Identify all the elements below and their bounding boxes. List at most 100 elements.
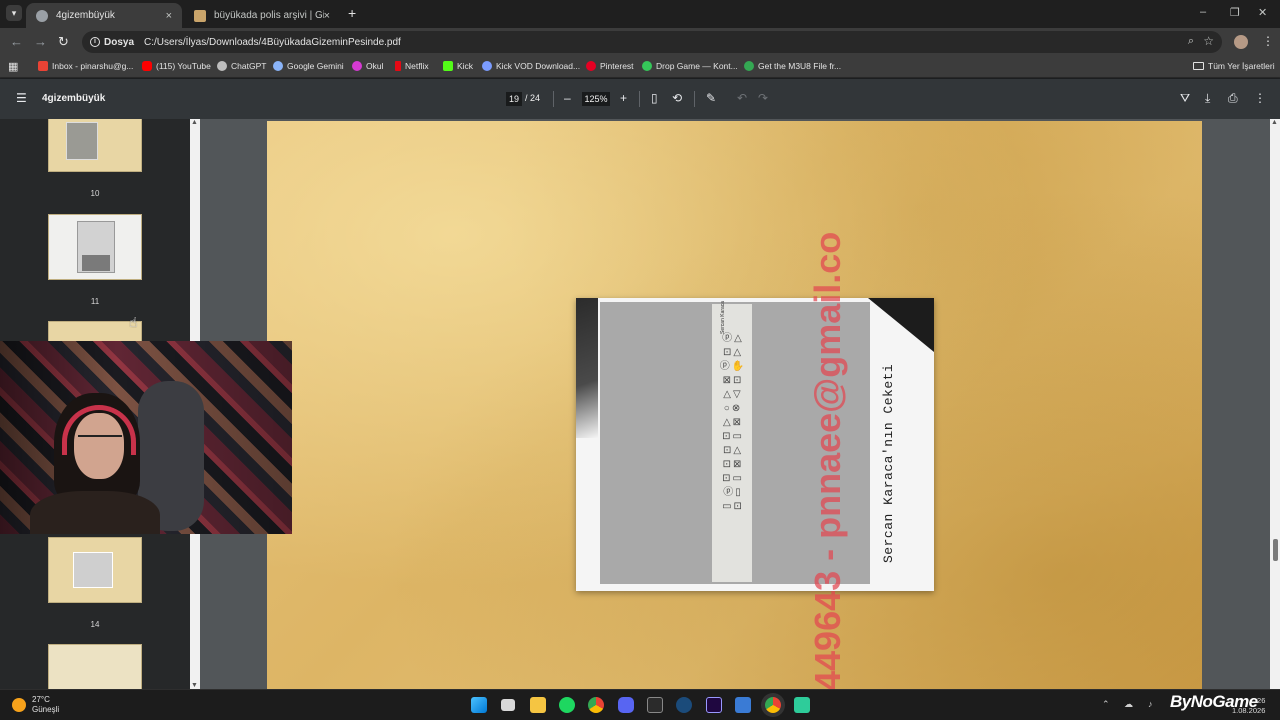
- okul-icon: [352, 61, 362, 71]
- photo-caption: Sercan Karaca'nın Ceketi: [881, 363, 896, 563]
- bookmark-drop-game[interactable]: Drop Game — Kont...: [642, 61, 738, 71]
- rotate-icon[interactable]: ⟲: [672, 91, 682, 105]
- streamer-body: [30, 491, 160, 534]
- zoom-out-button[interactable]: –: [564, 91, 571, 105]
- after-effects-icon[interactable]: [706, 697, 722, 713]
- tab-strip: ▾ 4gizembüyük × büyükada polis arşivi | …: [0, 0, 1280, 28]
- bookmark-chatgpt[interactable]: ChatGPT: [217, 61, 266, 71]
- bookmark-kick[interactable]: Kick: [443, 61, 473, 71]
- back-arrow-icon[interactable]: ←: [10, 34, 23, 49]
- tab-label: büyükada polis arşivi | Gizemin: [214, 10, 324, 21]
- tray-chevron-icon[interactable]: ⌃: [1102, 699, 1110, 710]
- redo-icon[interactable]: ↷: [758, 91, 768, 105]
- site-info-chip[interactable]: i Dosya: [90, 37, 134, 48]
- bookmarks-bar: ▦ Inbox - pinarshu@g... (115) YouTube Ch…: [0, 56, 1280, 78]
- tab-search-icon[interactable]: ▾: [6, 5, 22, 21]
- thumbnail-page-11[interactable]: [48, 214, 142, 280]
- bookmark-label: Kick: [457, 61, 474, 71]
- tab-active[interactable]: 4gizembüyük ×: [26, 3, 182, 28]
- bookmark-label: Google Gemini: [287, 61, 344, 71]
- url-text[interactable]: C:/Users/İlyas/Downloads/4BüyükadaGizemi…: [144, 37, 401, 48]
- fit-to-page-icon[interactable]: ▯: [651, 91, 658, 105]
- pdf-page: Sercan Karaca ⓟ△ ⊡△ ⓟ✋ ⊠⊡ △▽ ○⊗ △⊠ ⊡▭ ⊡△ ⊡⊠ ⊡▭ ⓟ▯ ▭⊡…: [267, 121, 1202, 689]
- youtube-icon: [142, 61, 152, 71]
- bookmark-netflix[interactable]: Netflix: [395, 61, 429, 71]
- annotate-pen-icon[interactable]: ✎: [706, 91, 716, 105]
- volume-icon[interactable]: ♪: [1148, 699, 1153, 709]
- document-scrollbar[interactable]: ▲: [1270, 119, 1280, 689]
- thumbnail-page-14[interactable]: [48, 537, 142, 603]
- document-viewport[interactable]: Sercan Karaca ⓟ△ ⊡△ ⓟ✋ ⊠⊡ △▽ ○⊗ △⊠ ⊡▭ ⊡△ ⊡⊠ ⊡▭ ⓟ▯ ▭⊡…: [200, 119, 1280, 689]
- minimize-button[interactable]: –: [1200, 6, 1206, 18]
- spotify-icon[interactable]: [559, 697, 575, 713]
- zoom-indicator-icon[interactable]: ⌕: [1188, 35, 1194, 48]
- scrollbar-thumb[interactable]: [1273, 539, 1278, 561]
- bookmark-m3u8[interactable]: Get the M3U8 File fr...: [744, 61, 841, 71]
- restore-button[interactable]: ❐: [1230, 6, 1240, 19]
- info-icon: i: [90, 37, 100, 47]
- zoom-in-button[interactable]: +: [620, 91, 627, 105]
- bookmark-label: Tüm Yer İşaretleri: [1208, 61, 1275, 71]
- windows-taskbar: 27°C Güneşli ⌃ ☁ ♪ ByNoGame ...26 1.08.2…: [0, 689, 1280, 720]
- more-options-icon[interactable]: ⋮: [1254, 91, 1266, 105]
- pinterest-icon: [586, 61, 596, 71]
- menu-kebab-icon[interactable]: ⋮: [1262, 34, 1274, 48]
- scroll-down-arrow-icon[interactable]: ▼: [191, 682, 198, 689]
- undo-icon[interactable]: ↶: [737, 91, 747, 105]
- tab-close-icon[interactable]: ×: [324, 10, 330, 22]
- reload-icon[interactable]: ↻: [58, 34, 69, 50]
- bookmark-label: ChatGPT: [231, 61, 267, 71]
- tab-close-icon[interactable]: ×: [166, 10, 172, 22]
- photo-shadow: [576, 298, 598, 438]
- terminal-icon[interactable]: [794, 697, 810, 713]
- apps-grid-icon[interactable]: ▦: [8, 60, 18, 73]
- task-view-icon[interactable]: [501, 699, 515, 711]
- close-window-button[interactable]: ✕: [1258, 6, 1267, 19]
- bookmark-pinterest[interactable]: Pinterest: [586, 61, 634, 71]
- steam-icon[interactable]: [676, 697, 692, 713]
- tab-inactive[interactable]: büyükada polis arşivi | Gizemin ×: [184, 3, 340, 28]
- netflix-icon: [395, 61, 401, 71]
- address-bar[interactable]: i Dosya C:/Users/İlyas/Downloads/4Büyüka…: [82, 31, 1222, 53]
- chrome-active-icon[interactable]: [765, 697, 781, 713]
- scroll-up-arrow-icon[interactable]: ▲: [1271, 119, 1278, 126]
- page-number-input[interactable]: 19: [506, 92, 522, 106]
- weather-widget[interactable]: 27°C Güneşli: [12, 695, 59, 715]
- all-bookmarks-folder[interactable]: Tüm Yer İşaretleri: [1193, 61, 1275, 71]
- bookmark-gemini[interactable]: Google Gemini: [273, 61, 344, 71]
- forward-arrow-icon[interactable]: →: [34, 34, 47, 49]
- discord-icon[interactable]: [618, 697, 634, 713]
- thumbnail-page-15[interactable]: [48, 644, 142, 689]
- print-icon[interactable]: ⎙: [1228, 91, 1238, 106]
- tab-label: 4gizembüyük: [56, 10, 115, 21]
- sun-icon: [12, 698, 26, 712]
- sidebar-menu-icon[interactable]: ☰: [16, 91, 27, 105]
- bookmark-youtube[interactable]: (115) YouTube: [142, 61, 211, 71]
- photo-corner-tape: [868, 298, 934, 352]
- pdf-favicon-icon: [36, 9, 48, 22]
- chrome-icon[interactable]: [588, 697, 604, 713]
- document-title: 4gizembüyük: [42, 93, 106, 104]
- thumbnail-page-10[interactable]: [48, 119, 142, 172]
- zoom-input[interactable]: 125%: [582, 92, 610, 106]
- bookmark-okul[interactable]: Okul: [352, 61, 383, 71]
- epic-games-icon[interactable]: [647, 697, 663, 713]
- file-explorer-icon[interactable]: [530, 697, 546, 713]
- bookmark-kick-vod[interactable]: Kick VOD Download...: [482, 61, 580, 71]
- gemini-icon: [273, 61, 283, 71]
- network-icon[interactable]: ☁: [1124, 699, 1133, 710]
- start-windows-icon[interactable]: [471, 697, 487, 713]
- download-icon: [482, 61, 492, 71]
- site-info-label: Dosya: [104, 36, 135, 48]
- app-window-icon[interactable]: [735, 697, 751, 713]
- bookmark-star-icon[interactable]: ☆: [1203, 34, 1214, 48]
- profile-avatar[interactable]: [1234, 35, 1248, 49]
- bookmark-label: Get the M3U8 File fr...: [758, 61, 842, 71]
- thumbnail-image: [66, 122, 98, 160]
- download-icon[interactable]: ⤓: [1205, 91, 1210, 106]
- bookmark-inbox[interactable]: Inbox - pinarshu@g...: [38, 61, 133, 71]
- system-clock[interactable]: ...26 1.08.2026: [1232, 696, 1265, 716]
- drive-save-icon[interactable]: ⛛: [1180, 91, 1190, 106]
- new-tab-button[interactable]: +: [348, 5, 356, 21]
- scroll-up-arrow-icon[interactable]: ▲: [191, 119, 198, 126]
